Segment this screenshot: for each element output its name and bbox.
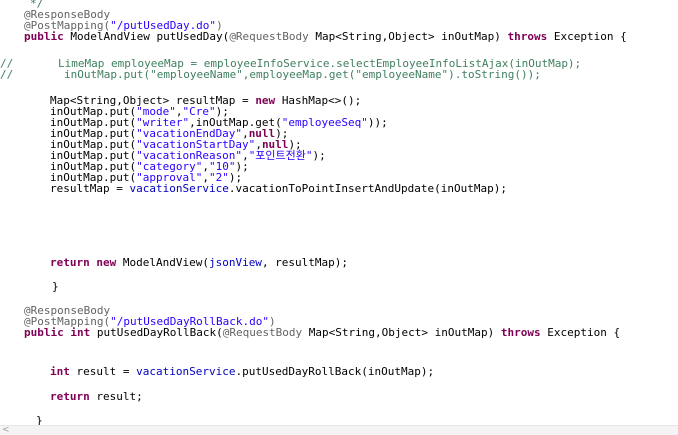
token-keyword: throws bbox=[507, 30, 554, 43]
token-annotation: @RequestBody bbox=[222, 326, 309, 339]
code-text: return new ModelAndView(jsonView, result… bbox=[50, 256, 349, 269]
token-plain: inOutMap) bbox=[434, 326, 501, 339]
token-field: vacationService bbox=[136, 365, 236, 378]
token-field: vacationService bbox=[129, 182, 229, 195]
token-string: "employeeSeq" bbox=[281, 116, 368, 129]
token-plain: putUsedDayRollBack( bbox=[96, 326, 223, 339]
token-plain: ); bbox=[312, 149, 326, 162]
token-plain: HashMap<>(); bbox=[281, 94, 362, 107]
token-plain: } bbox=[52, 280, 59, 293]
token-plain: inOutMap) bbox=[441, 30, 508, 43]
token-string: "포인트전환" bbox=[248, 149, 313, 162]
token-keyword: return new bbox=[50, 256, 123, 269]
token-keyword: public int bbox=[24, 326, 97, 339]
token-plain: ModelAndView putUsedDay( bbox=[70, 30, 230, 43]
token-keyword: int bbox=[50, 365, 77, 378]
code-text: public int putUsedDayRollBack(@RequestBo… bbox=[24, 326, 621, 339]
token-keyword: new bbox=[255, 94, 282, 107]
token-plain: , resultMap); bbox=[261, 256, 349, 269]
token-keyword: return bbox=[50, 390, 97, 403]
code-text: } bbox=[52, 280, 59, 293]
scroll-left-arrow-icon[interactable]: < bbox=[2, 425, 10, 435]
token-plain: Map<String,Object> bbox=[315, 30, 442, 43]
token-plain: Map<String,Object> bbox=[308, 326, 435, 339]
code-text: resultMap = vacationService.vacationToPo… bbox=[50, 182, 507, 195]
line-comment-marker: // bbox=[0, 68, 14, 81]
token-plain: )); bbox=[367, 116, 388, 129]
token-comment: inOutMap.put("employeeName",employeeMap.… bbox=[64, 68, 541, 81]
code-text: int result = vacationService.putUsedDayR… bbox=[50, 365, 435, 378]
token-plain: .vacationToPointInsertAndUpdate(inOutMap… bbox=[228, 182, 507, 195]
token-plain: Exception { bbox=[547, 326, 621, 339]
token-plain: result = bbox=[76, 365, 137, 378]
token-keyword: public bbox=[24, 30, 71, 43]
code-text: inOutMap.put("employeeName",employeeMap.… bbox=[64, 68, 541, 81]
token-annotation: @RequestBody bbox=[229, 30, 316, 43]
horizontal-scrollbar[interactable]: < bbox=[0, 425, 678, 435]
token-plain: Exception { bbox=[553, 30, 627, 43]
token-plain: resultMap = bbox=[50, 182, 130, 195]
token-keyword: throws bbox=[500, 326, 548, 339]
code-editor[interactable]: */@ResponseBody @PostMapping("/putUsedDay… bbox=[0, 0, 678, 435]
code-text: public ModelAndView putUsedDay(@RequestB… bbox=[24, 30, 627, 43]
token-field: jsonView bbox=[208, 256, 262, 269]
token-plain: ModelAndView( bbox=[122, 256, 209, 269]
token-plain: .putUsedDayRollBack(inOutMap); bbox=[235, 365, 435, 378]
token-plain: result; bbox=[96, 390, 143, 403]
code-text: return result; bbox=[50, 390, 143, 403]
